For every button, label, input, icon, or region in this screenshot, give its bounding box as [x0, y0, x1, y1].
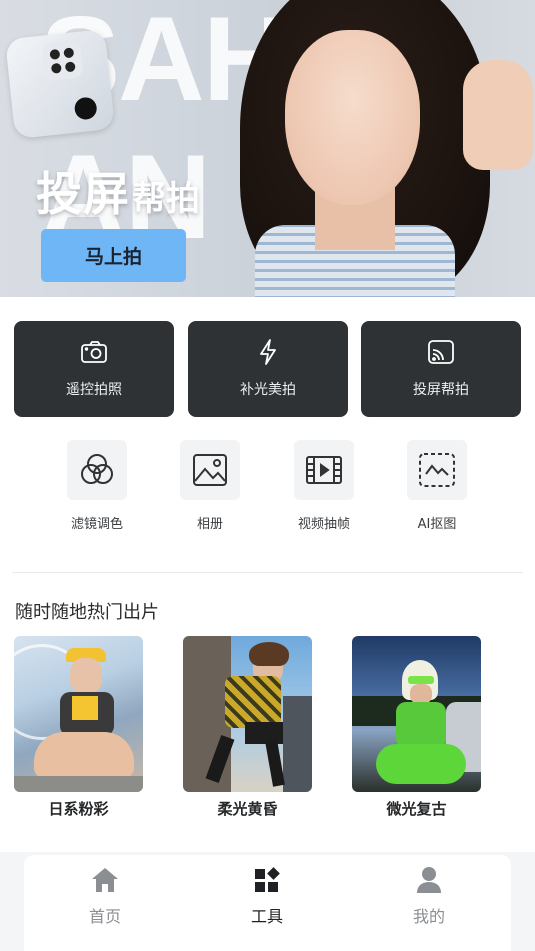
- cast-screen-icon: [428, 340, 454, 364]
- shoot-now-button[interactable]: 马上拍: [41, 229, 186, 282]
- phone-in-hand-image: [5, 29, 115, 139]
- home-icon: [92, 868, 118, 892]
- style-label-japanese-pastel[interactable]: 日系粉彩: [14, 798, 143, 819]
- banner-model-photo: [185, 0, 535, 297]
- album-tool-label: 相册: [196, 517, 223, 532]
- bottom-navigation: 首页 工具 我的: [24, 855, 511, 951]
- profile-icon: [417, 867, 441, 893]
- filter-tool-label: 滤镜调色: [70, 517, 123, 532]
- filter-tool[interactable]: 滤镜调色: [52, 440, 142, 532]
- remote-camera-icon: [81, 341, 107, 363]
- cast-assist-card[interactable]: 投屏帮拍: [361, 321, 521, 417]
- banner-title-small: 帮拍: [132, 179, 200, 219]
- album-tool[interactable]: 相册: [165, 440, 255, 532]
- remote-photo-card[interactable]: 遥控拍照: [14, 321, 174, 417]
- fill-light-card[interactable]: 补光美拍: [188, 321, 348, 417]
- ai-cutout-icon: [419, 453, 455, 487]
- nav-tools-label: 工具: [250, 907, 283, 926]
- ai-cutout-tool[interactable]: AI抠图: [392, 440, 482, 532]
- video-frame-tool[interactable]: 视频抽帧: [279, 440, 369, 532]
- section-title: 随时随地热门出片: [15, 602, 159, 623]
- remote-photo-label: 遥控拍照: [66, 382, 122, 398]
- style-thumbnail-dim-retro[interactable]: [352, 636, 481, 792]
- video-frame-icon: [306, 456, 342, 484]
- style-label-dim-retro[interactable]: 微光复古: [352, 798, 481, 819]
- nav-tools[interactable]: 工具: [207, 865, 327, 927]
- filter-circles-icon: [81, 454, 113, 484]
- style-thumbnail-soft-dusk[interactable]: [183, 636, 312, 792]
- style-label-soft-dusk[interactable]: 柔光黄昏: [183, 798, 312, 819]
- section-divider: [12, 572, 523, 573]
- nav-home[interactable]: 首页: [45, 865, 165, 927]
- album-image-icon: [193, 454, 227, 486]
- video-frame-tool-label: 视频抽帧: [297, 517, 350, 532]
- flash-icon: [260, 339, 276, 365]
- fill-light-label: 补光美拍: [240, 382, 296, 398]
- banner-title: 投屏帮拍: [36, 158, 200, 224]
- hero-banner[interactable]: SAHR AN 投屏帮拍 马上拍: [0, 0, 535, 297]
- nav-home-label: 首页: [88, 907, 121, 926]
- tools-grid-icon: [255, 867, 280, 892]
- ai-cutout-tool-label: AI抠图: [417, 517, 457, 532]
- nav-profile-label: 我的: [412, 907, 445, 926]
- style-thumbnail-japanese-pastel[interactable]: [14, 636, 143, 792]
- cast-assist-label: 投屏帮拍: [413, 382, 469, 398]
- banner-title-big: 投屏: [36, 167, 130, 221]
- nav-profile[interactable]: 我的: [369, 865, 489, 927]
